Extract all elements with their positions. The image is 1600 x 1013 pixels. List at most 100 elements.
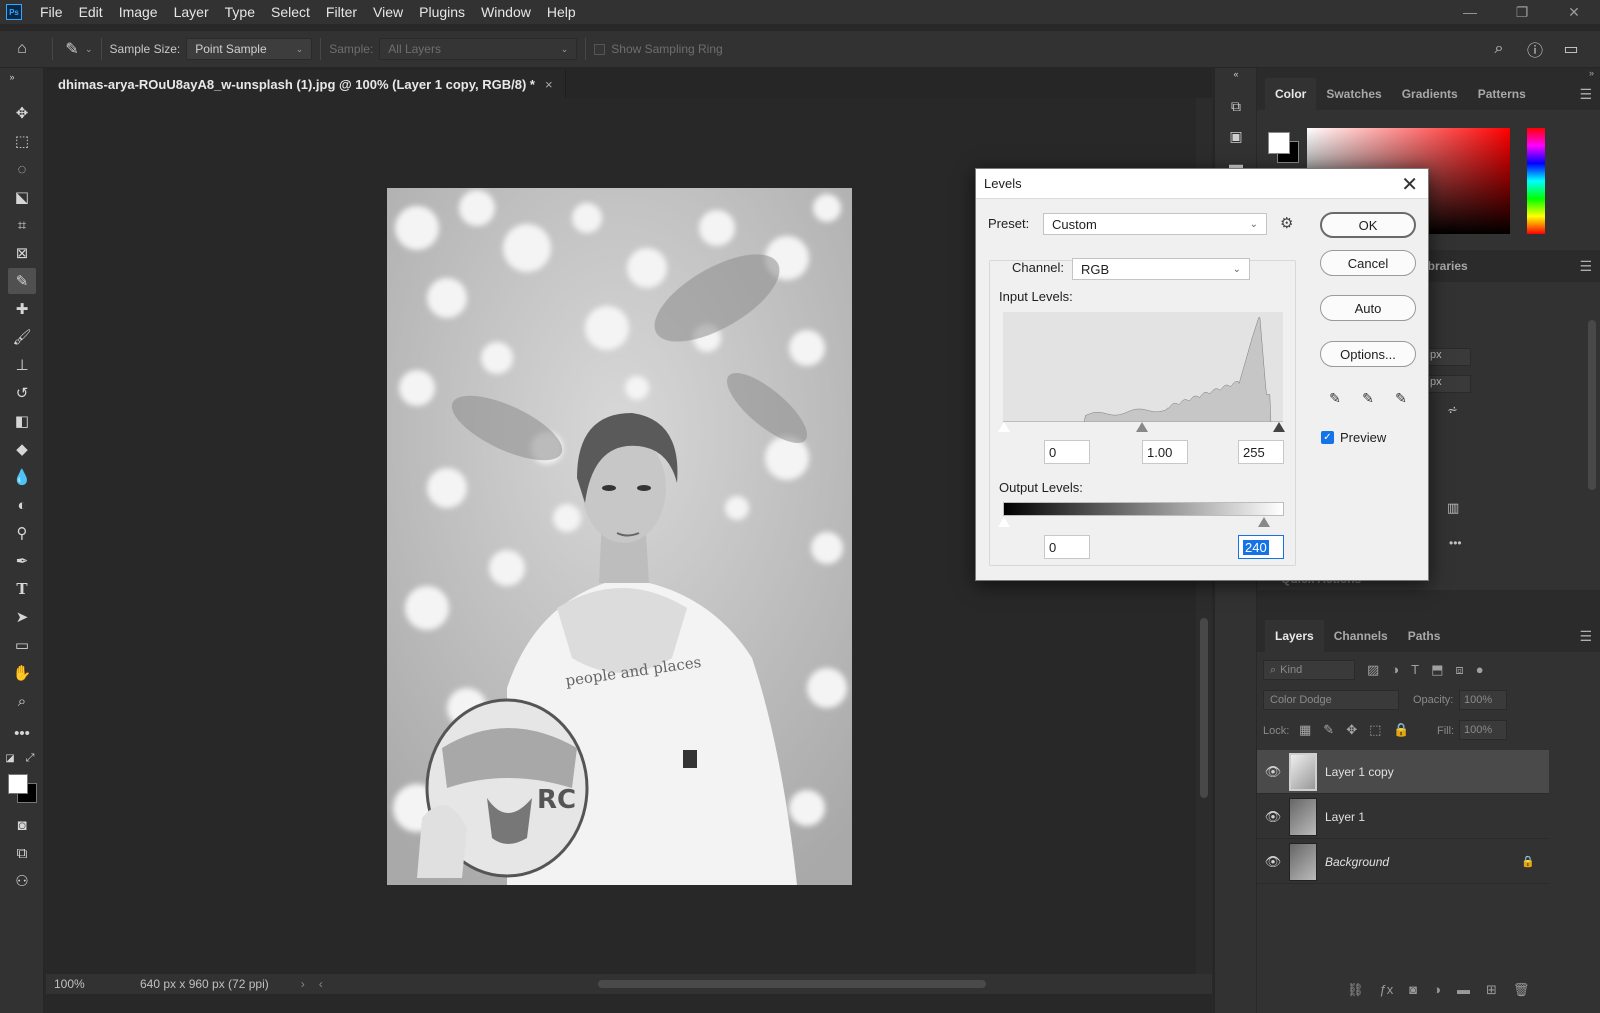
sample-select[interactable]: All Layers ⌄ (379, 38, 578, 60)
layer-filter-select[interactable]: ⌕ Kind (1263, 660, 1355, 680)
healing-brush-tool-icon[interactable]: ✚ (8, 296, 36, 322)
close-tab-icon[interactable]: × (545, 77, 553, 92)
tab-color[interactable]: Color (1265, 78, 1317, 110)
frame-tool-icon[interactable]: ⊠ (8, 240, 36, 266)
menu-image[interactable]: Image (111, 0, 166, 24)
rectangle-tool-icon[interactable]: ▭ (8, 632, 36, 658)
layer-row[interactable]: 👁 Background 🔒 (1257, 840, 1549, 884)
history-brush-tool-icon[interactable]: ↺ (8, 380, 36, 406)
menu-layer[interactable]: Layer (166, 0, 217, 24)
adjustment-layer-icon[interactable]: ◑ (1433, 982, 1441, 998)
fill-field[interactable]: 100% (1459, 720, 1507, 740)
preset-select[interactable]: Custom ⌄ (1043, 213, 1267, 235)
menu-help[interactable]: Help (539, 0, 584, 24)
layer-style-icon[interactable]: ƒx (1380, 982, 1394, 998)
filter-toggle-icon[interactable]: ● (1476, 662, 1484, 678)
blur-tool-icon[interactable]: 💧 (8, 464, 36, 490)
hue-slider[interactable] (1527, 128, 1545, 234)
tab-swatches[interactable]: Swatches (1316, 78, 1391, 110)
panel-menu-icon[interactable]: ☰ (1579, 258, 1592, 275)
gray-point-eyedropper-icon[interactable]: ✎ (1359, 389, 1377, 407)
pixel-filter-icon[interactable]: ▨ (1367, 662, 1379, 678)
default-colors-icon[interactable]: ◪ (2, 750, 18, 766)
new-layer-icon[interactable]: ⊞ (1486, 982, 1497, 998)
collapse-panels-icon[interactable]: » (1589, 68, 1594, 78)
menu-select[interactable]: Select (263, 0, 318, 24)
edit-toolbar-icon[interactable]: ••• (8, 720, 36, 746)
opacity-field[interactable]: 100% (1459, 690, 1507, 710)
options-button[interactable]: Options... (1320, 341, 1416, 367)
preset-options-gear-icon[interactable]: ⚙ (1280, 214, 1293, 232)
vertical-scroll-thumb[interactable] (1200, 618, 1208, 798)
tab-gradients[interactable]: Gradients (1392, 78, 1468, 110)
output-black-field[interactable]: 0 (1044, 535, 1090, 559)
layer-row[interactable]: 👁 Layer 1 (1257, 795, 1549, 839)
output-white-slider[interactable] (1258, 517, 1270, 527)
cancel-button[interactable]: Cancel (1320, 250, 1416, 276)
tab-channels[interactable]: Channels (1324, 620, 1398, 652)
document-dimensions[interactable]: 640 px x 960 px (72 ppi) (140, 977, 269, 991)
zoom-level[interactable]: 100% (54, 977, 124, 991)
swap-colors-icon[interactable]: ⤢ (22, 750, 38, 766)
scroll-left-icon[interactable]: ‹ (319, 977, 323, 991)
lock-artboard-icon[interactable]: ⬚ (1369, 722, 1381, 738)
document-tab[interactable]: dhimas-arya-ROuU8ayA8_w-unsplash (1).jpg… (46, 70, 566, 98)
object-selection-tool-icon[interactable]: ⬕ (8, 184, 36, 210)
blend-mode-select[interactable]: Color Dodge (1263, 690, 1399, 710)
panel-menu-icon[interactable]: ☰ (1579, 628, 1592, 645)
output-black-slider[interactable] (998, 517, 1010, 527)
layer-row[interactable]: 👁 Layer 1 copy (1257, 750, 1549, 794)
eye-icon[interactable]: 👁 (1257, 809, 1289, 825)
new-group-icon[interactable]: ▬ (1457, 982, 1470, 998)
lock-pixels-icon[interactable]: ✎ (1323, 722, 1334, 738)
input-gamma-field[interactable]: 1.00 (1142, 440, 1188, 464)
search-icon[interactable]: ⌕ (1488, 38, 1510, 60)
zoom-tool-icon[interactable]: ⌕ (8, 688, 36, 714)
menu-window[interactable]: Window (473, 0, 539, 24)
dodge-tool-icon[interactable]: ◐ (8, 492, 36, 518)
properties-scrollbar[interactable] (1588, 320, 1596, 490)
marquee-tool-icon[interactable]: ⬚ (8, 128, 36, 154)
auto-button[interactable]: Auto (1320, 295, 1416, 321)
help-icon[interactable]: ⓘ (1524, 38, 1546, 60)
collapse-toolbar-icon[interactable]: » (4, 72, 20, 82)
crop-tool-icon[interactable]: ⌗ (8, 212, 36, 238)
menu-edit[interactable]: Edit (71, 0, 111, 24)
input-black-slider[interactable] (998, 422, 1010, 432)
align-icon[interactable]: ⩫ (1447, 402, 1458, 418)
home-icon[interactable]: ⌂ (0, 40, 44, 58)
preview-checkbox[interactable]: ✓ (1321, 431, 1334, 444)
sample-size-select[interactable]: Point Sample ⌄ (186, 38, 313, 60)
lock-transparent-icon[interactable]: ▦ (1299, 722, 1311, 738)
distribute-icon[interactable]: ▥ (1447, 500, 1459, 516)
brush-tool-icon[interactable]: 🖌 (8, 324, 36, 350)
channel-select[interactable]: RGB ⌄ (1072, 258, 1250, 280)
status-arrow-icon[interactable]: › (301, 977, 305, 991)
paint-bucket-tool-icon[interactable]: ◆ (8, 436, 36, 462)
path-selection-tool-icon[interactable]: ➤ (8, 604, 36, 630)
clone-stamp-tool-icon[interactable]: ⊥ (8, 352, 36, 378)
adjustment-filter-icon[interactable]: ◑ (1391, 662, 1399, 678)
move-tool-icon[interactable]: ✥ (8, 100, 36, 126)
eye-icon[interactable]: 👁 (1257, 764, 1289, 780)
ok-button[interactable]: OK (1320, 212, 1416, 238)
link-layers-icon[interactable]: ⛓ (1347, 982, 1364, 998)
history-panel-icon[interactable]: ⧉ (1223, 94, 1249, 118)
menu-filter[interactable]: Filter (318, 0, 365, 24)
panel-menu-icon[interactable]: ☰ (1579, 86, 1592, 103)
brush-panel-icon[interactable]: ▣ (1223, 124, 1249, 148)
hand-tool-icon[interactable]: ✋ (8, 660, 36, 686)
smart-object-filter-icon[interactable]: ⧈ (1455, 662, 1463, 678)
tab-layers[interactable]: Layers (1265, 620, 1324, 652)
layer-mask-icon[interactable]: ◙ (1409, 982, 1417, 998)
foreground-color-swatch[interactable] (8, 774, 28, 794)
restore-button[interactable]: ❐ (1496, 0, 1548, 24)
pen-tool-icon[interactable]: ✒ (8, 548, 36, 574)
lasso-tool-icon[interactable]: ◌ (8, 156, 36, 182)
sampling-ring-checkbox[interactable] (594, 43, 606, 55)
delete-layer-icon[interactable]: 🗑 (1513, 982, 1530, 998)
type-tool-icon[interactable]: T (8, 576, 36, 602)
width-field[interactable]: px (1425, 348, 1471, 366)
input-white-field[interactable]: 255 (1238, 440, 1284, 464)
tab-patterns[interactable]: Patterns (1468, 78, 1536, 110)
